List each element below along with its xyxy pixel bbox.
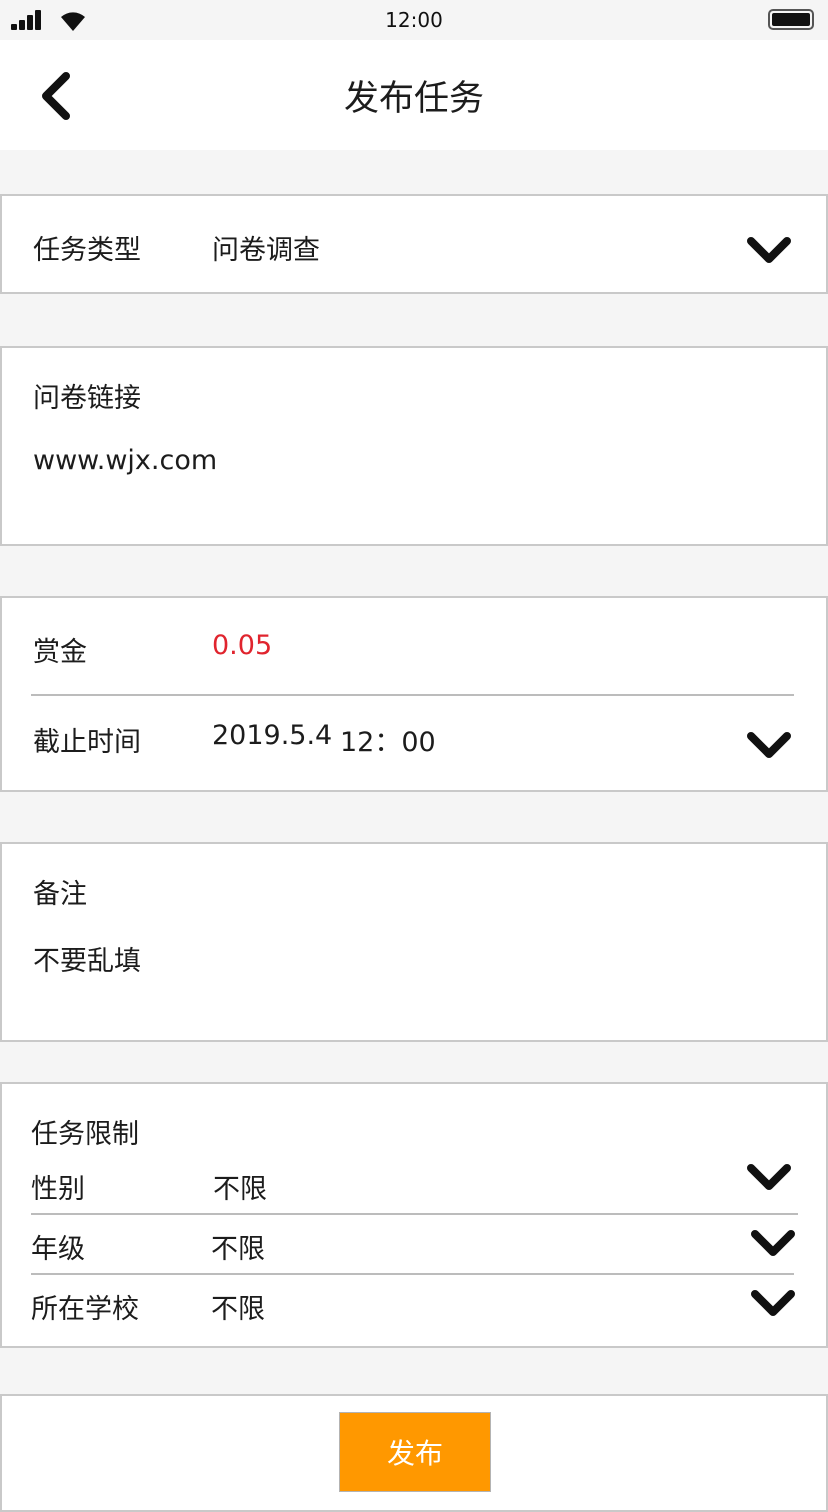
deadline-time[interactable]: 12：00 (340, 720, 436, 759)
deadline-label: 截止时间 (33, 727, 141, 758)
school-value[interactable]: 不限 (211, 1287, 265, 1326)
chevron-down-icon[interactable] (749, 1288, 797, 1320)
task-type-label: 任务类型 (33, 235, 141, 266)
page-title: 发布任务 (343, 79, 484, 119)
gender-label: 性别 (31, 1174, 85, 1205)
note-card: 备注 不要乱填 (0, 842, 828, 1042)
survey-link-card: 问卷链接 www.wjx.com (0, 346, 828, 546)
note-input[interactable]: 不要乱填 (33, 939, 141, 978)
gender-value[interactable]: 不限 (213, 1167, 267, 1206)
restrictions-card: 任务限制 性别 不限 年级 不限 所在学校 不限 (0, 1082, 828, 1348)
deadline-date[interactable]: 2019.5.4 (212, 720, 332, 751)
chevron-down-icon[interactable] (745, 730, 793, 762)
publish-bar: 发布 (0, 1394, 828, 1512)
chevron-down-icon[interactable] (745, 1162, 793, 1194)
divider (31, 1273, 794, 1275)
divider (31, 694, 794, 696)
battery-icon (768, 9, 814, 30)
reward-label: 赏金 (33, 637, 87, 668)
publish-button[interactable]: 发布 (339, 1412, 491, 1492)
task-type-value: 问卷调查 (212, 235, 320, 266)
grade-value[interactable]: 不限 (211, 1227, 265, 1266)
divider (31, 1213, 798, 1215)
note-label: 备注 (33, 879, 87, 910)
school-label: 所在学校 (31, 1294, 139, 1325)
chevron-down-icon[interactable] (749, 1228, 797, 1260)
status-bar: 12:00 (0, 0, 828, 40)
task-type-row[interactable]: 任务类型 问卷调查 (0, 194, 828, 294)
reward-deadline-card: 赏金 0.05 截止时间 2019.5.4 12：00 (0, 596, 828, 792)
nav-bar: 发布任务 (0, 40, 828, 150)
survey-link-input[interactable]: www.wjx.com (33, 445, 217, 476)
status-time: 12:00 (385, 8, 443, 32)
survey-link-label: 问卷链接 (33, 383, 141, 414)
grade-label: 年级 (31, 1234, 85, 1265)
restrictions-title: 任务限制 (31, 1119, 139, 1150)
reward-input[interactable]: 0.05 (212, 630, 272, 661)
chevron-down-icon[interactable] (745, 235, 793, 267)
